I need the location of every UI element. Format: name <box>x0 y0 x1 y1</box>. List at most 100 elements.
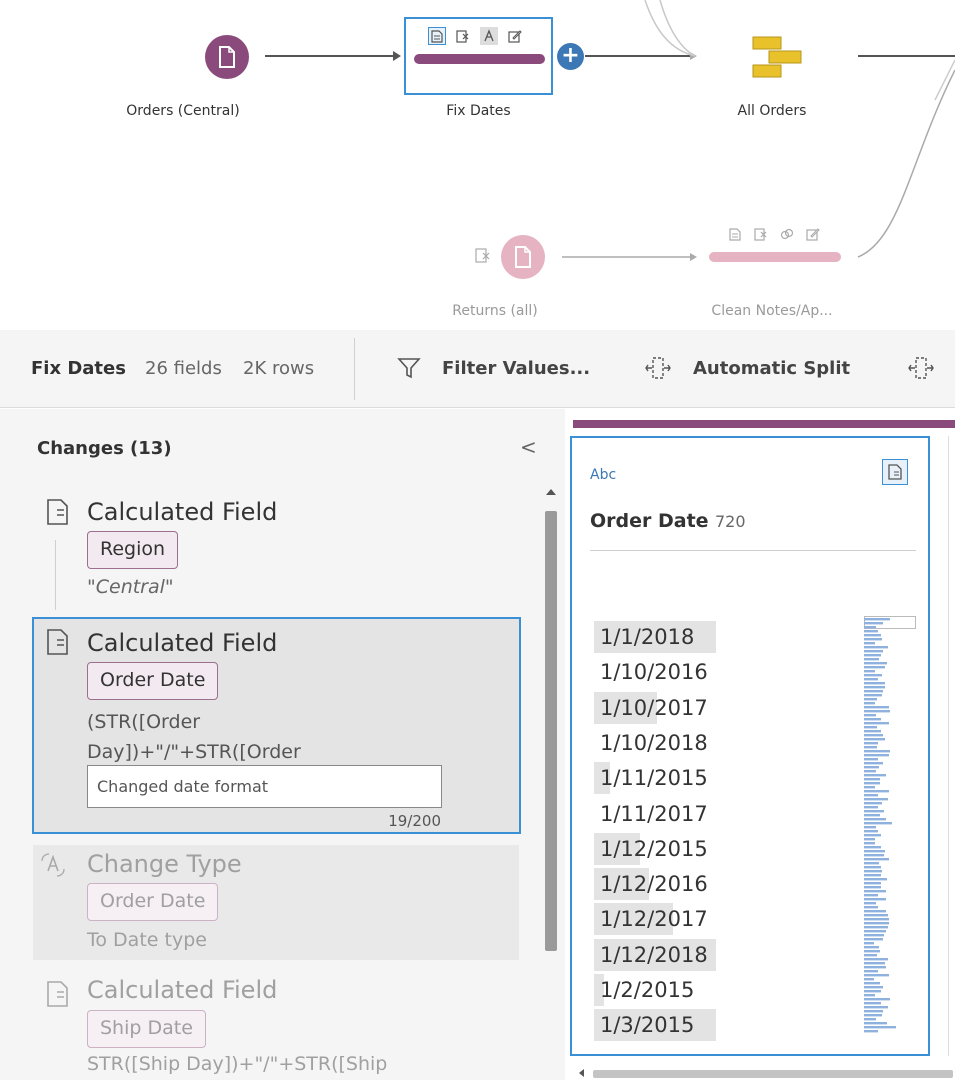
changes-panel: Changes (13) < Calculated Field Region "… <box>0 409 565 1080</box>
step-color-bar <box>573 420 955 428</box>
calculated-field-icon <box>47 981 68 1007</box>
flow-canvas[interactable]: Orders (Central) + Fix Dates All Orders … <box>0 0 955 330</box>
change-item[interactable]: Calculated Field Ship Date STR([Ship Day… <box>35 976 520 1080</box>
changes-scrollbar[interactable] <box>542 489 560 1080</box>
field-pill-ship-date[interactable]: Ship Date <box>87 1010 206 1048</box>
value-row[interactable]: 1/10/2016 <box>594 656 708 688</box>
step-name: Fix Dates <box>31 358 126 379</box>
value-row[interactable]: 1/10/2017 <box>594 691 708 724</box>
profile-card-order-date[interactable]: Abc Order Date 720 1/1/2018 1/10/2016 1/10… <box>570 436 930 1056</box>
histogram-bar <box>864 626 876 629</box>
histogram-bar <box>864 618 890 621</box>
change-item-disabled[interactable]: Change Type Order Date To Date type <box>33 845 519 960</box>
histogram-bar <box>864 702 875 705</box>
value-row[interactable]: 1/12/2016 <box>594 868 708 901</box>
value-row[interactable]: 1/10/2018 <box>594 727 708 759</box>
histogram-bar <box>864 1022 887 1025</box>
remove-field-icon <box>454 27 472 45</box>
histogram-bar <box>864 694 882 697</box>
value-row[interactable]: 1/3/2015 <box>594 1009 716 1042</box>
value-row[interactable]: 1/2/2015 <box>594 974 694 1006</box>
histogram-bar <box>864 826 876 829</box>
histogram-bar <box>864 1002 881 1005</box>
histogram-bar <box>864 918 889 921</box>
histogram-bar <box>864 698 877 701</box>
remove-field-icon <box>752 225 770 243</box>
histogram-bar <box>864 830 878 833</box>
horizontal-scrollbar[interactable] <box>565 1066 955 1080</box>
file-icon <box>219 46 235 68</box>
union-node-all-orders[interactable] <box>749 34 805 80</box>
data-type-label[interactable]: Abc <box>590 467 616 483</box>
histogram-bar <box>864 890 886 893</box>
scrollbar-thumb[interactable] <box>593 1070 953 1078</box>
histogram-bar <box>864 1030 878 1033</box>
histogram-bar <box>864 674 882 677</box>
field-pill-order-date[interactable]: Order Date <box>87 662 219 700</box>
step-bar <box>709 252 841 262</box>
histogram-bar <box>864 998 890 1001</box>
timeline-line <box>55 540 56 610</box>
value-row[interactable]: 1/12/2015 <box>594 832 708 865</box>
value-label: 1/10/2016 <box>600 660 708 685</box>
change-note-input[interactable] <box>87 765 442 808</box>
filter-values-button[interactable]: Filter Values... <box>395 348 595 390</box>
field-pill-order-date[interactable]: Order Date <box>87 883 219 921</box>
histogram-bar <box>864 846 881 849</box>
histogram-bar <box>864 926 888 929</box>
histogram-bar <box>864 658 879 661</box>
histogram-bar <box>864 894 878 897</box>
histogram-bar <box>864 670 875 673</box>
histogram-bar <box>864 726 877 729</box>
input-node-orders-central[interactable] <box>205 35 249 79</box>
selected-change-card[interactable]: Calculated Field Order Date (STR([Order … <box>32 617 521 834</box>
histogram-bar <box>864 654 881 657</box>
histogram-bar <box>864 630 878 633</box>
formula-line: (STR([Order <box>87 711 201 733</box>
value-label: 1/2/2015 <box>600 978 695 1002</box>
collapse-panel-button[interactable]: < <box>520 435 537 459</box>
scrollbar-thumb[interactable] <box>545 511 557 951</box>
histogram-bar <box>864 782 880 785</box>
histogram-bar <box>864 646 888 649</box>
custom-split-button[interactable] <box>908 356 938 382</box>
node-label-orders-central: Orders (Central) <box>126 103 240 119</box>
histogram-bar <box>864 730 881 733</box>
calculated-field-icon <box>428 27 446 45</box>
histogram-bar <box>864 922 889 925</box>
histogram-bar <box>864 978 874 981</box>
filter-icon <box>397 358 421 379</box>
value-row[interactable]: 1/1/2018 <box>594 621 716 653</box>
field-count: 26 fields <box>145 358 222 379</box>
clean-step-fix-dates[interactable] <box>404 17 553 95</box>
field-name: Order Date <box>590 510 709 532</box>
change-title: Calculated Field <box>87 498 278 526</box>
change-item[interactable]: Calculated Field Region "Central" <box>35 498 520 613</box>
add-step-button[interactable]: + <box>557 43 584 70</box>
value-row[interactable]: 1/12/2018 <box>594 938 716 971</box>
histogram-bar <box>864 722 889 725</box>
formula-line: STR([Ship Day])+"/"+STR([Ship <box>87 1053 388 1075</box>
histogram-bar <box>864 854 884 857</box>
field-pill-region[interactable]: Region <box>87 531 179 569</box>
scroll-up-arrow[interactable] <box>546 489 556 495</box>
value-row[interactable]: 1/11/2017 <box>594 798 708 830</box>
input-node-returns-all[interactable] <box>501 235 545 279</box>
histogram-bar <box>864 778 880 781</box>
step-bar <box>414 54 545 64</box>
header-divider <box>590 550 916 551</box>
histogram-bar <box>864 790 889 793</box>
histogram-bar <box>864 622 883 625</box>
clean-step-clean-notes[interactable] <box>700 225 850 270</box>
histogram-bar <box>864 994 875 997</box>
value-row[interactable]: 1/12/2017 <box>594 903 708 936</box>
automatic-split-button[interactable]: Automatic Split <box>645 348 860 390</box>
value-label: 1/3/2015 <box>600 1013 695 1038</box>
scroll-left-arrow[interactable] <box>579 1069 584 1077</box>
changes-header: Changes (13) <box>37 438 172 459</box>
row-count: 2K rows <box>243 358 315 379</box>
formula-line: Day])+"/"+STR([Order <box>87 741 301 763</box>
value-row[interactable]: 1/11/2015 <box>594 762 708 795</box>
histogram-bar <box>864 958 888 961</box>
histogram-bar <box>864 802 882 805</box>
